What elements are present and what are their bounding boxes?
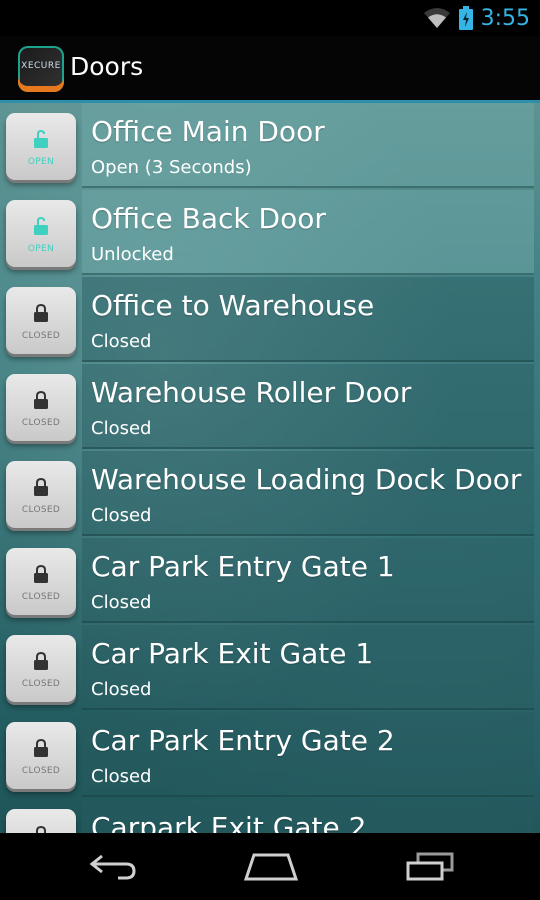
door-status: Closed bbox=[91, 592, 152, 613]
door-status: Unlocked bbox=[91, 244, 174, 265]
unlocked-lock-icon bbox=[34, 130, 48, 148]
door-toggle-button[interactable]: OPEN bbox=[6, 113, 76, 180]
door-toggle-button[interactable]: CLOSED bbox=[6, 461, 76, 528]
app-icon-text: XECURE bbox=[21, 61, 61, 71]
door-row-carpark-exit-gate-2[interactable]: Carpark Exit Gate 2 bbox=[0, 799, 540, 833]
door-toggle-button[interactable]: CLOSED bbox=[6, 722, 76, 789]
door-row-office-main-door[interactable]: OPEN Office Main Door Open (3 Seconds) bbox=[0, 103, 540, 190]
door-row-office-to-warehouse[interactable]: CLOSED Office to Warehouse Closed bbox=[0, 277, 540, 364]
door-name: Office Main Door bbox=[91, 115, 325, 148]
door-button-label: CLOSED bbox=[21, 331, 61, 341]
status-time: 3:55 bbox=[480, 5, 530, 31]
home-icon[interactable] bbox=[243, 851, 299, 881]
door-toggle-button[interactable]: OPEN bbox=[6, 200, 76, 267]
lock-icon bbox=[34, 652, 48, 670]
door-button-label: CLOSED bbox=[21, 505, 61, 515]
door-name: Carpark Exit Gate 2 bbox=[91, 811, 367, 833]
lock-icon bbox=[34, 304, 48, 322]
door-name: Office to Warehouse bbox=[91, 289, 375, 322]
lock-icon bbox=[34, 739, 48, 757]
lock-icon bbox=[36, 826, 46, 833]
door-toggle-button[interactable]: CLOSED bbox=[6, 287, 76, 354]
door-toggle-button[interactable] bbox=[6, 809, 76, 833]
door-button-label: CLOSED bbox=[21, 418, 61, 428]
door-row-car-park-exit-gate-1[interactable]: CLOSED Car Park Exit Gate 1 Closed bbox=[0, 625, 540, 712]
door-row-car-park-entry-gate-2[interactable]: CLOSED Car Park Entry Gate 2 Closed bbox=[0, 712, 540, 799]
door-status: Open (3 Seconds) bbox=[91, 157, 252, 178]
door-row-warehouse-roller-door[interactable]: CLOSED Warehouse Roller Door Closed bbox=[0, 364, 540, 451]
door-toggle-button[interactable]: CLOSED bbox=[6, 548, 76, 615]
door-name: Car Park Exit Gate 1 bbox=[91, 637, 374, 670]
navigation-bar bbox=[0, 833, 540, 900]
door-toggle-button[interactable]: CLOSED bbox=[6, 635, 76, 702]
door-button-label: CLOSED bbox=[21, 592, 61, 602]
door-button-label: OPEN bbox=[27, 157, 55, 167]
door-button-label: CLOSED bbox=[21, 766, 61, 776]
door-status: Closed bbox=[91, 418, 152, 439]
door-name: Warehouse Loading Dock Door bbox=[91, 463, 522, 496]
door-button-label: CLOSED bbox=[21, 679, 61, 689]
door-list[interactable]: OPEN Office Main Door Open (3 Seconds) O… bbox=[0, 103, 540, 833]
door-status: Closed bbox=[91, 766, 152, 787]
door-toggle-button[interactable]: CLOSED bbox=[6, 374, 76, 441]
action-bar: XECURE Doors bbox=[0, 36, 540, 103]
wifi-icon bbox=[423, 8, 450, 28]
door-status: Closed bbox=[91, 331, 152, 352]
status-bar: 3:55 bbox=[0, 0, 540, 36]
battery-charging-icon bbox=[458, 6, 473, 30]
back-icon[interactable] bbox=[88, 851, 138, 881]
lock-icon bbox=[34, 565, 48, 583]
door-name: Car Park Entry Gate 1 bbox=[91, 550, 395, 583]
door-button-label: OPEN bbox=[27, 244, 55, 254]
unlocked-lock-icon bbox=[34, 217, 48, 235]
door-name: Car Park Entry Gate 2 bbox=[91, 724, 395, 757]
lock-icon bbox=[34, 478, 48, 496]
door-row-warehouse-loading-dock-door[interactable]: CLOSED Warehouse Loading Dock Door Close… bbox=[0, 451, 540, 538]
door-status: Closed bbox=[91, 679, 152, 700]
app-icon[interactable]: XECURE bbox=[18, 46, 64, 92]
lock-icon bbox=[34, 391, 48, 409]
page-title: Doors bbox=[70, 52, 144, 81]
recent-apps-icon[interactable] bbox=[404, 851, 456, 881]
door-status: Closed bbox=[91, 505, 152, 526]
door-name: Office Back Door bbox=[91, 202, 326, 235]
door-row-car-park-entry-gate-1[interactable]: CLOSED Car Park Entry Gate 1 Closed bbox=[0, 538, 540, 625]
door-name: Warehouse Roller Door bbox=[91, 376, 412, 409]
door-row-office-back-door[interactable]: OPEN Office Back Door Unlocked bbox=[0, 190, 540, 277]
